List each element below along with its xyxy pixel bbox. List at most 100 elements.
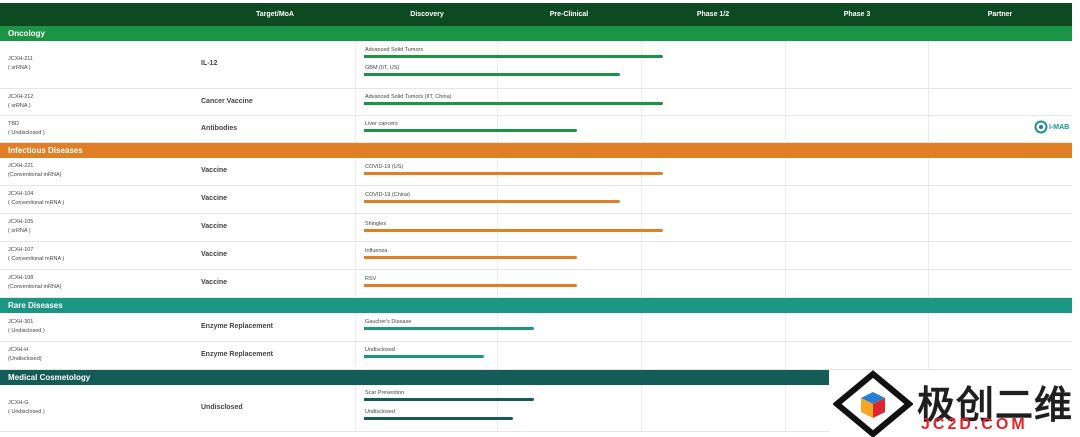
candidate-id: JCXH-G xyxy=(8,400,29,406)
column-divider xyxy=(497,342,498,369)
target-moa: Cancer Vaccine xyxy=(201,98,253,105)
column-divider xyxy=(785,313,786,341)
candidate-id: JCXH-108 xyxy=(8,275,34,281)
candidate-id: JCXH-212 xyxy=(8,94,34,100)
column-divider xyxy=(928,89,929,115)
column-divider xyxy=(497,385,498,431)
pipeline-row: JCXH-105 ( srRNA ) Vaccine Shingles xyxy=(0,214,1072,242)
column-divider xyxy=(785,342,786,369)
column-divider xyxy=(785,270,786,297)
progress-bar xyxy=(364,55,663,58)
target-moa: Enzyme Replacement xyxy=(201,323,273,330)
candidate-code: JCXH-211 ( srRNA ) xyxy=(8,55,33,73)
candidate-id: JCXH-107 xyxy=(8,247,34,253)
candidate-platform: ( Undisclosed ) xyxy=(8,130,45,136)
column-divider xyxy=(355,41,356,88)
progress-bar xyxy=(364,327,534,330)
progress-bar xyxy=(364,284,577,287)
pipeline-row: JCXH-301 ( Undisclosed ) Enzyme Replacemen… xyxy=(0,313,1072,342)
candidate-code: JCXH-212 ( srRNA ) xyxy=(8,93,33,111)
column-divider xyxy=(355,89,356,115)
indication-label: Advanced Solid Tumors xyxy=(365,47,424,53)
column-divider xyxy=(497,214,498,241)
column-divider xyxy=(928,116,929,142)
indication-label: Gaucher's Disease xyxy=(365,319,412,325)
column-divider xyxy=(785,186,786,213)
column-divider xyxy=(928,342,929,369)
progress-bar xyxy=(364,417,513,420)
candidate-code: JCXH-G ( Undisclosed ) xyxy=(8,399,45,417)
watermark: 极创二维 JC2D.COM xyxy=(829,370,1080,437)
header-phase-3: Phase 3 xyxy=(843,11,871,18)
candidate-code: JCXH-107 ( Conventional mRNA ) xyxy=(8,246,64,264)
indication-label: Undisclosed xyxy=(365,347,395,353)
column-divider xyxy=(785,158,786,185)
column-divider xyxy=(641,41,642,88)
target-moa: Vaccine xyxy=(201,167,228,174)
section-header: Infectious Diseases xyxy=(0,143,1072,158)
indication-label: COVID-19 (China) xyxy=(365,192,410,198)
column-divider xyxy=(785,385,786,431)
header-pre-clinical: Pre-Clinical xyxy=(549,11,589,18)
candidate-platform: ( Conventional mRNA ) xyxy=(8,200,65,206)
candidate-code: JCXH-301 ( Undisclosed ) xyxy=(8,318,45,336)
column-divider xyxy=(785,214,786,241)
column-divider xyxy=(928,242,929,269)
section-header: Oncology xyxy=(0,26,1072,41)
progress-bar xyxy=(364,73,620,76)
header-phase-1-2: Phase 1/2 xyxy=(696,11,730,18)
target-moa: Vaccine xyxy=(201,251,228,258)
target-moa: Vaccine xyxy=(201,223,228,230)
candidate-code: JCXH-108 (Conventional mRNA) xyxy=(8,274,62,292)
pipeline-row: JCXH-H (Undisclosed) Enzyme Replacement Und… xyxy=(0,342,1072,370)
section-header: Rare Diseases xyxy=(0,298,1072,313)
target-moa: IL-12 xyxy=(201,60,218,67)
watermark-sub: JC2D.COM xyxy=(921,416,1028,433)
svg-text:I-MAB: I-MAB xyxy=(1049,124,1069,131)
candidate-code: JCXH-221 (Conventional mRNA) xyxy=(8,162,62,180)
column-divider xyxy=(641,270,642,297)
candidate-platform: ( Conventional mRNA ) xyxy=(8,256,65,262)
indication-label: COVID-19 (US) xyxy=(365,164,404,170)
column-divider xyxy=(355,342,356,369)
column-divider xyxy=(785,89,786,115)
candidate-platform: (Undisclosed) xyxy=(8,356,42,362)
progress-bar xyxy=(364,398,534,401)
indication-label: Influenza xyxy=(365,248,388,254)
column-divider xyxy=(355,242,356,269)
indication-label: Liver cancers xyxy=(365,121,398,127)
indication-label: Shingles xyxy=(365,221,387,227)
column-divider xyxy=(641,214,642,241)
header-partner: Partner xyxy=(987,11,1013,18)
candidate-code: TBD ( Undisclosed ) xyxy=(8,120,45,138)
candidate-code: JCXH-H (Undisclosed) xyxy=(8,346,42,364)
target-moa: Vaccine xyxy=(201,195,228,202)
candidate-code: JCXH-105 ( srRNA ) xyxy=(8,218,33,236)
column-divider xyxy=(355,158,356,185)
candidate-platform: ( Undisclosed ) xyxy=(8,328,45,334)
pipeline-header: Target/MoA Discovery Pre-Clinical Phase … xyxy=(0,3,1072,27)
column-divider xyxy=(355,270,356,297)
pipeline-row: JCXH-211 ( srRNA ) IL-12 Advanced Solid Tum… xyxy=(0,41,1072,89)
candidate-id: JCXH-221 xyxy=(8,163,34,169)
candidate-id: JCXH-301 xyxy=(8,319,34,325)
target-moa: Vaccine xyxy=(201,279,228,286)
target-moa: Antibodies xyxy=(201,125,238,132)
pipeline-row: JCXH-108 (Conventional mRNA) Vaccine RSV xyxy=(0,270,1072,298)
candidate-platform: ( srRNA ) xyxy=(8,65,31,71)
indication-label: Undisclosed xyxy=(365,409,395,415)
progress-bar xyxy=(364,229,663,232)
header-discovery: Discovery xyxy=(410,11,444,18)
pipeline-row: JCXH-221 (Conventional mRNA) Vaccine COVID-… xyxy=(0,158,1072,186)
target-moa: Undisclosed xyxy=(201,404,243,411)
partner-logo: I-MAB xyxy=(1034,120,1074,134)
column-divider xyxy=(497,41,498,88)
candidate-platform: (Conventional mRNA) xyxy=(8,172,62,178)
progress-bar xyxy=(364,355,484,358)
pipeline-row: JCXH-104 ( Conventional mRNA ) Vaccine COVI… xyxy=(0,186,1072,214)
column-divider xyxy=(355,385,356,431)
progress-bar xyxy=(364,256,577,259)
column-divider xyxy=(928,214,929,241)
column-divider xyxy=(785,41,786,88)
candidate-platform: (Conventional mRNA) xyxy=(8,284,62,290)
